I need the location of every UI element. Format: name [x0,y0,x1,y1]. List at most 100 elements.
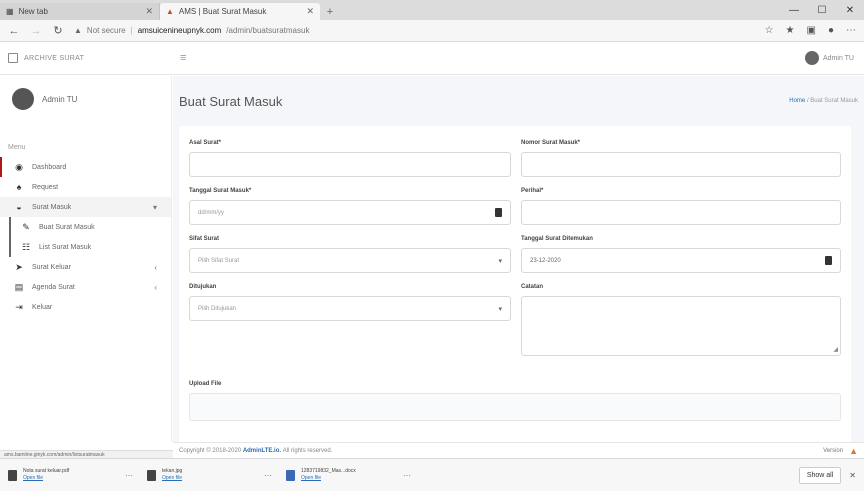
logo-icon [8,53,18,63]
minimize-icon[interactable]: — [780,0,808,20]
flame-icon: ▲ [849,445,858,456]
chevron-down-icon: ▾ [152,202,157,212]
field-nomor-surat: Nomor Surat Masuk* [521,140,841,177]
asal-surat-input[interactable] [189,152,511,177]
collections-icon[interactable]: ▣ [807,25,816,36]
footer-version: Version [823,447,844,454]
new-tab-button[interactable]: + [320,3,340,20]
more-icon[interactable]: ⋯ [403,471,411,480]
breadcrumb-home[interactable]: Home [789,98,805,104]
browser-tab-active[interactable]: ▲ AMS | Buat Surat Masuk ✕ [160,3,320,20]
input-placeholder: dd/mm/yy [198,209,225,216]
sidebar-item-surat-masuk[interactable]: ◒ Surat Masuk ▾ [0,197,171,217]
more-icon[interactable]: ⋯ [125,471,133,480]
user-panel[interactable]: Admin TU [0,76,171,122]
page-footer: Copyright © 2018-2020 AdminLTE.io. All r… [173,442,864,458]
calendar-icon[interactable] [495,208,502,217]
profile-icon[interactable]: ● [828,25,834,36]
footer-rights: All rights reserved. [282,447,333,454]
show-all-button[interactable]: Show all [798,466,842,484]
breadcrumb: Home / Buat Surat Masuk [789,98,858,104]
close-window-icon[interactable]: ✕ [836,0,864,20]
download-meta: Nota surat keluar.pdf Open file [23,468,119,482]
download-item[interactable]: tekan.jpg Open file ⋯ [147,468,272,482]
breadcrumb-current: Buat Surat Masuk [810,98,858,104]
download-name: 1283719832_Mas...docx [301,468,356,474]
download-item[interactable]: Nota surat keluar.pdf Open file ⋯ [8,468,133,482]
tanggal-masuk-input[interactable]: dd/mm/yy [189,200,511,225]
maximize-icon[interactable]: ☐ [808,0,836,20]
field-label: Sifat Surat [189,236,220,242]
download-name: tekan.jpg [162,468,183,474]
footer-link[interactable]: AdminLTE.io. [243,448,281,454]
perihal-input[interactable] [521,200,841,225]
back-icon[interactable]: ← [8,25,20,37]
sidebar-item-label: Surat Masuk [32,203,72,211]
select-value: Pilih Sifat Surat [198,257,240,264]
ditujukan-select[interactable]: Pilih Ditujukan ▾ [189,296,511,321]
sidebar-item-dashboard[interactable]: ◉ Dashboard [0,157,171,177]
sidebar-item-agenda-surat[interactable]: ▤ Agenda Surat ‹ [0,277,171,297]
sidebar-item-buat-surat-masuk[interactable]: ✎ Buat Surat Masuk [11,217,171,237]
footer-copyright: Copyright © 2018-2020 [179,447,242,454]
open-file-link[interactable]: Open file [23,475,119,482]
browser-tabbar: ▦ New tab ✕ ▲ AMS | Buat Surat Masuk ✕ +… [0,0,864,20]
tab-title: New tab [18,7,48,16]
sidebar-item-label: Request [32,183,59,191]
pencil-icon: ✎ [22,221,30,232]
open-file-link[interactable]: Open file [162,475,258,482]
resize-handle-icon[interactable]: ◢ [833,346,838,353]
star-icon[interactable]: ☆ [765,25,774,36]
field-label: Nomor Surat Masuk* [521,140,581,146]
catatan-textarea[interactable]: ◢ [521,296,841,356]
more-icon[interactable]: ⋯ [846,25,856,36]
breadcrumb-separator: / [806,98,809,104]
download-item[interactable]: 1283719832_Mas...docx Open file ⋯ [286,468,411,482]
status-url: ams.bamiine.ginyk.com/admin/listsuratmas… [0,450,173,458]
submenu-surat-masuk: ✎ Buat Surat Masuk ☷ List Surat Masuk [9,217,171,257]
sidebar: Admin TU Menu ◉ Dashboard ♠ Request ◒ Su… [0,76,172,442]
nomor-surat-input[interactable] [521,152,841,177]
url-host: amsuicenineupnyk.com [137,26,222,35]
dashboard-icon: ◉ [15,161,23,172]
upload-dropzone[interactable] [189,393,841,421]
field-sifat-surat: Sifat Surat Pilih Sifat Surat ▾ [189,236,511,273]
main-content: Buat Surat Masuk Home / Buat Surat Masuk… [173,76,864,446]
refresh-icon[interactable]: ↻ [52,24,64,37]
inbox-icon: ◒ [16,202,22,212]
menu-toggle-icon[interactable]: ≡ [180,52,186,64]
field-label: Asal Surat* [189,140,222,146]
download-bar: Nota surat keluar.pdf Open file ⋯ tekan.… [0,458,864,491]
sidebar-item-surat-keluar[interactable]: ➤ Surat Keluar ‹ [0,257,171,277]
field-label: Tanggal Surat Masuk* [189,188,252,194]
sidebar-item-label: Dashboard [32,163,67,171]
close-tab-icon[interactable]: ✕ [306,6,314,17]
send-icon: ➤ [15,261,23,272]
sifat-surat-select[interactable]: Pilih Sifat Surat ▾ [189,248,511,273]
sidebar-item-keluar[interactable]: ⇥ Keluar [0,297,171,317]
url-field[interactable]: ▲ Not secure | amsuicenineupnyk.com/admi… [74,26,755,35]
chevron-down-icon: ▾ [498,305,502,313]
chevron-left-icon: ‹ [154,262,157,272]
close-icon[interactable]: ✕ [849,471,856,480]
page-title: Buat Surat Masuk [179,94,283,109]
forward-icon[interactable]: → [30,25,42,37]
bell-icon: ♠ [16,182,22,192]
field-label: Ditujukan [189,284,217,290]
not-secure-icon: ▲ [74,26,82,35]
sidebar-item-list-surat-masuk[interactable]: ☷ List Surat Masuk [11,237,171,257]
brand[interactable]: ARCHIVE SURAT [0,53,170,63]
calendar-icon[interactable] [825,256,832,265]
browser-tab-new[interactable]: ▦ New tab ✕ [0,3,160,20]
field-catatan: Catatan ◢ [521,284,841,356]
file-icon [147,469,156,481]
favorites-icon[interactable]: ★ [786,25,795,36]
more-icon[interactable]: ⋯ [264,471,272,480]
open-file-link[interactable]: Open file [301,475,397,482]
field-label: Perihal* [521,188,544,194]
user-menu[interactable]: Admin TU [805,51,854,65]
sidebar-item-request[interactable]: ♠ Request [0,177,171,197]
sidebar-item-label: Keluar [32,303,53,311]
tanggal-ditemukan-input[interactable]: 23-12-2020 [521,248,841,273]
close-tab-icon[interactable]: ✕ [145,6,153,17]
